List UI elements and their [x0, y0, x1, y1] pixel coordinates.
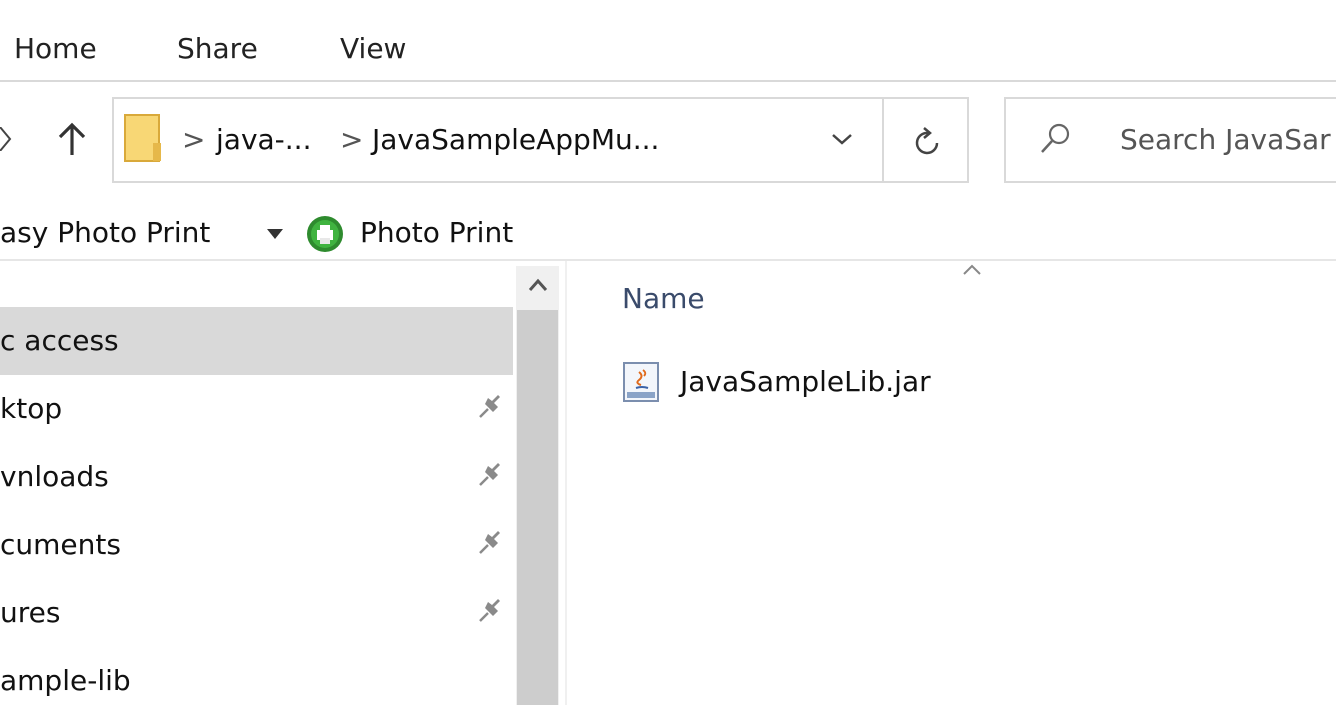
scroll-up-icon[interactable] [524, 272, 552, 300]
up-arrow-icon[interactable] [56, 121, 88, 157]
sidebar-item-downloads[interactable]: vnloads [0, 443, 513, 511]
file-row[interactable]: JavaSampleLib.jar [622, 360, 1182, 404]
sort-ascending-icon [960, 262, 984, 276]
pin-icon [474, 393, 504, 423]
column-header-name[interactable]: Name [622, 282, 705, 316]
pin-icon [474, 529, 504, 559]
toolbar-divider [0, 259, 1336, 261]
sidebar-item-quick-access[interactable]: c access [0, 307, 513, 375]
photo-print-button[interactable]: Photo Print [360, 216, 513, 250]
breadcrumb-separator: > [340, 123, 364, 156]
file-name: JavaSampleLib.jar [680, 365, 931, 398]
tab-view[interactable]: View [340, 32, 406, 66]
sidebar-item-label: cuments [0, 528, 121, 561]
sidebar-item-label: ample-lib [0, 664, 131, 697]
printer-icon [306, 215, 344, 253]
pane-divider [565, 261, 567, 705]
sidebar-item-documents[interactable]: cuments [0, 511, 513, 579]
easy-photo-print-button[interactable]: asy Photo Print [0, 216, 210, 250]
refresh-icon[interactable] [912, 124, 944, 158]
breadcrumb-segment-java[interactable]: java-... [216, 123, 311, 157]
breadcrumb-segment-javasampleappmu[interactable]: JavaSampleAppMu... [372, 123, 659, 157]
sidebar-item-label: vnloads [0, 460, 109, 493]
search-placeholder: Search JavaSar [1120, 123, 1331, 156]
sidebar-item-label: ktop [0, 392, 63, 425]
address-divider [882, 97, 884, 183]
search-icon [1038, 122, 1072, 156]
tab-home[interactable]: Home [14, 32, 97, 66]
sidebar-scrollbar-thumb[interactable] [517, 310, 558, 705]
sidebar-item-pictures[interactable]: ures [0, 579, 513, 647]
chevron-down-icon[interactable] [831, 131, 853, 147]
jar-file-icon [622, 362, 662, 402]
pin-icon [474, 461, 504, 491]
folder-icon [123, 113, 163, 163]
sidebar-item-desktop[interactable]: ktop [0, 375, 513, 443]
tab-share[interactable]: Share [177, 32, 258, 66]
sidebar-item-label: ures [0, 596, 61, 629]
forward-arrow-icon[interactable] [0, 126, 14, 152]
dropdown-arrow-icon[interactable] [264, 226, 286, 240]
pin-icon [474, 597, 504, 627]
sidebar-item-label: c access [0, 324, 119, 357]
ribbon-divider [0, 80, 1336, 82]
breadcrumb-separator: > [182, 123, 206, 156]
